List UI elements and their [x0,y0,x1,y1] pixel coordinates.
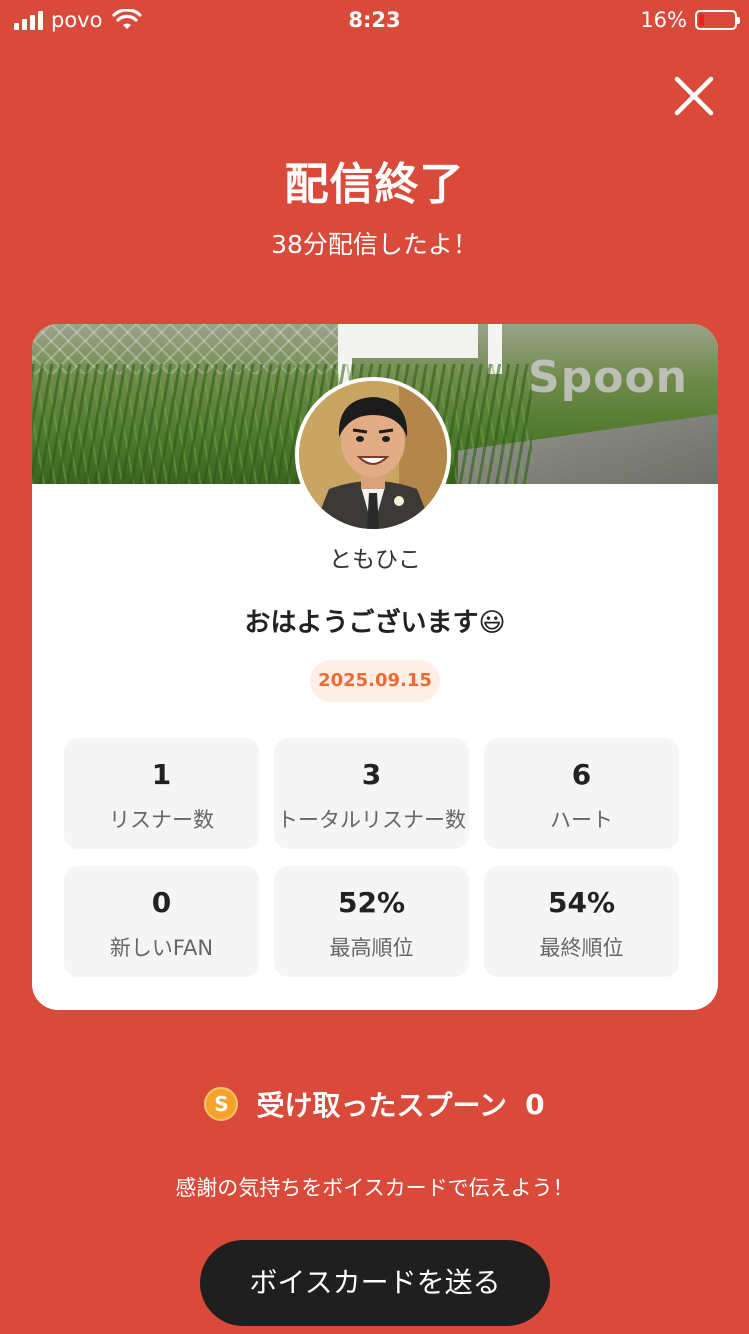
spoon-coin-icon: S [204,1087,239,1121]
thanks-message: 感謝の気持ちをボイスカードで伝えよう！ [175,1176,574,1200]
status-time: 8:23 [348,8,401,32]
stat-value: 1 [151,758,172,791]
avatar-illustration [299,381,447,529]
stat-value: 0 [151,886,172,919]
avatar[interactable] [295,377,451,533]
stat-value: 54% [547,886,616,919]
broadcast-title: おはようございます😃 [244,608,506,638]
spoon-watermark: Spoon [528,352,688,403]
stat-label: ハート [550,808,613,832]
stat-value: 6 [571,758,592,791]
send-voice-card-button[interactable]: ボイスカードを送る [200,1240,550,1326]
stat-value: 3 [361,758,382,791]
stat-value: 52% [337,886,406,919]
status-bar: povo 8:23 16% [0,0,749,44]
battery-level [699,14,704,26]
stat-new-fans: 0 新しいFAN [64,866,259,977]
spoons-label: 受け取ったスプーン [256,1089,508,1122]
stat-label: リスナー数 [109,808,214,832]
page-title: 配信終了 [284,159,465,210]
stat-total-listeners: 3 トータルリスナー数 [274,738,469,849]
stat-highest-rank: 52% 最高順位 [274,866,469,977]
stat-label: トータルリスナー数 [277,808,466,832]
spoons-received: S 受け取ったスプーン 0 [0,1084,749,1124]
broadcast-duration: 38分配信したよ！ [271,230,478,259]
stat-label: 最終順位 [539,936,624,960]
stat-listeners: 1 リスナー数 [64,738,259,849]
stat-final-rank: 54% 最終順位 [484,866,679,977]
battery-icon [695,10,740,30]
stat-label: 最高順位 [329,936,414,960]
stat-label: 新しいFAN [109,936,214,960]
battery-percent: 16% [640,8,687,32]
close-icon[interactable] [672,74,716,118]
username: ともひこ [329,547,421,573]
spoons-count: 0 [525,1087,545,1121]
broadcast-summary-card: Spoon ともひこ おはようございます😃 2025.09.15 1 リスナー数… [32,324,718,1010]
status-bar-right: 16% [640,8,740,32]
stat-hearts: 6 ハート [484,738,679,849]
date-badge: 2025.09.15 [310,660,440,702]
